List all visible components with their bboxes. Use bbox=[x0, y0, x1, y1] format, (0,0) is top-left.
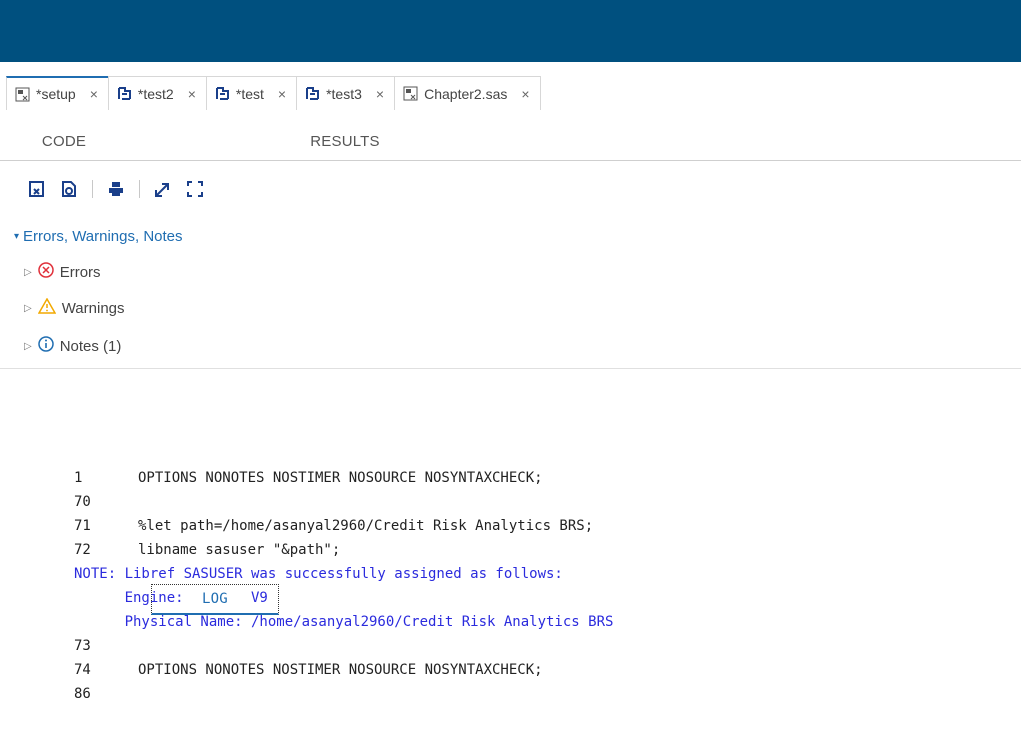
close-icon[interactable]: × bbox=[90, 86, 98, 102]
tab-label: *test2 bbox=[137, 85, 174, 102]
close-icon[interactable]: × bbox=[188, 86, 196, 102]
close-icon[interactable]: × bbox=[521, 86, 529, 102]
log-line: 74 OPTIONS NONOTES NOSTIMER NOSOURCE NOSY… bbox=[74, 658, 613, 682]
tab-label: *test3 bbox=[326, 85, 362, 102]
download-html-icon[interactable] bbox=[60, 180, 78, 198]
close-icon[interactable]: × bbox=[278, 86, 286, 102]
tab-chapter2[interactable]: Chapter2.sas × bbox=[394, 76, 541, 110]
toolbar-separator bbox=[92, 180, 93, 198]
log-line: 86 bbox=[74, 682, 613, 706]
section-divider bbox=[0, 368, 1021, 369]
log-line: 1 OPTIONS NONOTES NOSTIMER NOSOURCE NOSYN… bbox=[74, 466, 613, 490]
log-code: %let path=/home/asanyal2960/Credit Risk … bbox=[138, 518, 594, 534]
caret-down-icon: ▾ bbox=[14, 231, 20, 242]
line-number: 70 bbox=[74, 494, 91, 510]
tab-label: *test bbox=[235, 85, 264, 102]
error-icon bbox=[37, 262, 54, 282]
notes-label: Notes (1) bbox=[59, 337, 122, 355]
process-flow-icon bbox=[305, 86, 320, 101]
expand-arrow-icon: ▷ bbox=[24, 302, 32, 314]
line-number: 74 bbox=[74, 662, 91, 678]
popout-icon[interactable] bbox=[154, 180, 172, 198]
log-toolbar bbox=[28, 178, 204, 200]
ewn-title: Errors, Warnings, Notes bbox=[23, 228, 183, 245]
print-icon[interactable] bbox=[107, 180, 125, 198]
ewn-section-header[interactable]: ▾ Errors, Warnings, Notes bbox=[14, 228, 183, 245]
download-log-icon[interactable] bbox=[28, 180, 46, 198]
log-output: 1 OPTIONS NONOTES NOSTIMER NOSOURCE NOSYN… bbox=[74, 466, 613, 706]
tab-label: Chapter2.sas bbox=[424, 85, 508, 102]
log-line: 73 bbox=[74, 634, 613, 658]
toolbar-separator bbox=[139, 180, 140, 198]
process-flow-icon bbox=[215, 86, 230, 101]
tab-test[interactable]: *test × bbox=[205, 76, 298, 110]
info-icon bbox=[37, 336, 54, 356]
line-number: 72 bbox=[74, 542, 91, 558]
line-number: 73 bbox=[74, 638, 91, 654]
log-line: 70 bbox=[74, 490, 613, 514]
tab-label: *setup bbox=[36, 86, 76, 102]
log-note-line: NOTE: Libref SASUSER was successfully as… bbox=[74, 566, 563, 582]
log-note-line: Physical Name: /home/asanyal2960/Credit … bbox=[74, 614, 614, 630]
tab-setup[interactable]: *setup × bbox=[6, 76, 109, 110]
warnings-label: Warnings bbox=[61, 299, 125, 317]
line-number: 71 bbox=[74, 518, 91, 534]
expand-arrow-icon: ▷ bbox=[24, 266, 32, 278]
notes-node[interactable]: ▷ Notes (1) bbox=[24, 336, 121, 356]
errors-label: Errors bbox=[59, 263, 101, 281]
log-note-line: Engine: V9 bbox=[74, 590, 268, 606]
log-code: libname sasuser "&path"; bbox=[138, 542, 341, 558]
log-code: OPTIONS NONOTES NOSTIMER NOSOURCE NOSYNT… bbox=[138, 662, 543, 678]
close-icon[interactable]: × bbox=[376, 86, 384, 102]
log-line: 72 libname sasuser "&path"; bbox=[74, 538, 613, 562]
tab-test3[interactable]: *test3 × bbox=[296, 76, 396, 110]
view-tabs: CODE LOG RESULTS bbox=[0, 118, 1021, 615]
warning-icon bbox=[37, 297, 56, 318]
tab-code[interactable]: CODE bbox=[34, 127, 94, 155]
expand-arrow-icon: ▷ bbox=[24, 340, 32, 352]
editor-tab-bar: *setup × *test2 × *test × *test3 × Chapt… bbox=[6, 76, 1021, 110]
sas-program-icon bbox=[15, 87, 30, 102]
process-flow-icon bbox=[117, 86, 132, 101]
log-line: 71 %let path=/home/asanyal2960/Credit Ris… bbox=[74, 514, 613, 538]
line-number: 1 bbox=[74, 470, 83, 486]
maximize-icon[interactable] bbox=[186, 180, 204, 198]
line-number: 86 bbox=[74, 686, 91, 702]
errors-node[interactable]: ▷ Errors bbox=[24, 262, 101, 282]
sas-program-icon bbox=[403, 86, 418, 101]
app-header-bar bbox=[0, 0, 1021, 62]
tab-results[interactable]: RESULTS bbox=[300, 127, 390, 155]
tab-test2[interactable]: *test2 × bbox=[107, 76, 207, 110]
warnings-node[interactable]: ▷ Warnings bbox=[24, 297, 125, 318]
log-code: OPTIONS NONOTES NOSTIMER NOSOURCE NOSYNT… bbox=[138, 470, 543, 486]
